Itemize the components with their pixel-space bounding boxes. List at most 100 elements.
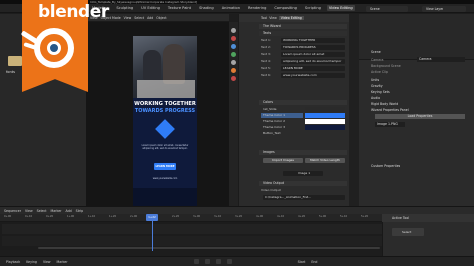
seq-menu-select[interactable]: Select — [37, 209, 47, 213]
camera-label: Camera — [371, 58, 384, 62]
import-images-button[interactable]: Import Images — [263, 158, 303, 163]
scene-selector[interactable]: Scene — [366, 6, 408, 12]
tab-texture-paint[interactable]: Texture Paint — [166, 5, 193, 11]
tab-rendering[interactable]: Rendering — [246, 5, 268, 11]
text3-field[interactable]: Lorem ipsum dolor sit amet — [281, 52, 345, 57]
tab-tool[interactable]: Tool — [261, 16, 267, 20]
keying-menu[interactable]: Keying — [26, 260, 37, 264]
color-item[interactable]: Theme Color 2 — [261, 119, 303, 124]
sequencer-mode-dropdown[interactable]: Sequencer — [4, 209, 21, 213]
text4-field[interactable]: adipiscing elit, sed do eiusmod tempor — [281, 59, 345, 64]
frame-end-label[interactable]: End — [311, 260, 317, 264]
tab-shading[interactable]: Shading — [197, 5, 216, 11]
color-item[interactable]: Theme Color 3 — [261, 125, 303, 130]
object-tool-icon[interactable] — [231, 52, 236, 57]
tab-scripting[interactable]: Scripting — [303, 5, 323, 11]
video-output-section[interactable]: Video Output — [259, 181, 347, 186]
horizontal-scrollbar[interactable] — [38, 247, 380, 249]
image-field[interactable]: Image 1 — [283, 171, 323, 176]
blender-window: Intro_Template_By_Skywavegroup\Minimal C… — [0, 0, 474, 266]
tab-uv-editing[interactable]: UV Editing — [139, 5, 162, 11]
color-swatch[interactable] — [305, 119, 345, 124]
tab-view[interactable]: View — [269, 16, 277, 20]
colors-section[interactable]: Colors — [259, 100, 347, 105]
preview-menu-object[interactable]: Object — [156, 16, 166, 20]
frame-start-label[interactable]: Start — [298, 260, 306, 264]
color-item[interactable]: Button_Text — [261, 131, 303, 136]
tick-label: 2+00 — [130, 215, 138, 218]
view-tool-icon[interactable] — [231, 44, 236, 49]
tool-shelf — [229, 22, 238, 206]
seq-menu-marker[interactable]: Marker — [50, 209, 61, 213]
playback-menu[interactable]: Playback — [6, 260, 20, 264]
footer-marker-menu[interactable]: Marker — [57, 260, 68, 264]
preview-menu-add[interactable]: Add — [147, 16, 153, 20]
tick-label: 4+00 — [256, 215, 264, 218]
footer-view-menu[interactable]: View — [43, 260, 51, 264]
text6-field[interactable]: www.yourwebsite.com — [281, 73, 345, 78]
images-section[interactable]: Images — [259, 150, 347, 155]
cursor-tool-icon[interactable] — [231, 28, 236, 33]
color-swatch[interactable] — [305, 107, 345, 112]
wizard-properties-section[interactable]: Wizard Properties Panel — [371, 108, 409, 112]
units-section[interactable]: Units — [371, 78, 379, 82]
output-tool-icon[interactable] — [231, 68, 236, 73]
audio-section[interactable]: Audio — [371, 96, 380, 100]
current-frame-indicator[interactable]: 1+22 — [146, 214, 158, 221]
jump-end-icon[interactable] — [226, 259, 232, 264]
text4-label: Text 4: — [261, 59, 271, 63]
text2-field[interactable]: TOWARDS PROGRESS — [281, 45, 345, 50]
seq-menu-add[interactable]: Add — [66, 209, 72, 213]
channel-row — [2, 224, 382, 234]
story-title-line1: WORKING TOGETHER — [134, 101, 196, 107]
color-swatch[interactable] — [305, 113, 345, 118]
keying-sets-section[interactable]: Keying Sets — [371, 90, 390, 94]
seq-menu-strip[interactable]: Strip — [76, 209, 84, 213]
region-divider — [349, 14, 359, 206]
tab-video-editing-sidebar[interactable]: Video Editing — [278, 16, 304, 20]
tab-compositing[interactable]: Compositing — [272, 5, 299, 11]
jump-start-icon[interactable] — [193, 259, 199, 264]
photo-desk — [137, 80, 195, 98]
tick-label: 4+10 — [277, 215, 285, 218]
text1-field[interactable]: WORKING TOGETHER — [281, 38, 345, 43]
folder-icon[interactable] — [8, 56, 22, 66]
camera-field[interactable]: Camera — [417, 57, 465, 62]
texts-section[interactable]: Texts — [259, 31, 347, 36]
timeline-ruler[interactable]: 0+00 0+10 0+20 1+00 1+10 1+20 2+00 2+10 … — [0, 214, 382, 222]
active-tool-title[interactable]: Active Tool — [382, 214, 474, 222]
match-video-length-button[interactable]: Match Video Length — [305, 158, 345, 163]
play-reverse-icon[interactable] — [204, 259, 210, 264]
render-tool-icon[interactable] — [231, 60, 236, 65]
view-layer-selector[interactable]: View Layer — [422, 6, 466, 12]
play-icon[interactable] — [215, 259, 221, 264]
tick-label: 3+20 — [235, 215, 243, 218]
wizard-title[interactable]: The Wizard — [259, 24, 347, 29]
custom-properties-section[interactable]: Custom Properties — [371, 164, 400, 168]
tab-video-editing[interactable]: Video Editing — [326, 5, 355, 11]
hero-photo — [133, 36, 197, 98]
story-body-text: Lorem ipsum dolor sit amet, consectetur … — [141, 144, 189, 151]
load-properties-button[interactable]: Load Properties — [375, 114, 465, 119]
color-swatch[interactable] — [305, 125, 345, 130]
gravity-section[interactable]: Gravity — [371, 84, 383, 88]
color-item[interactable]: 1st_Slide — [261, 107, 303, 112]
photo-person — [163, 44, 185, 84]
select-tool-button[interactable]: Select — [392, 228, 424, 236]
world-tool-icon[interactable] — [231, 76, 236, 81]
scene-tool-icon[interactable] — [231, 36, 236, 41]
seq-menu-view[interactable]: View — [25, 209, 33, 213]
tab-animation[interactable]: Animation — [220, 5, 242, 11]
preview-menu-view-2[interactable]: View — [124, 16, 132, 20]
image-file-field[interactable]: Image 1.PNG — [375, 122, 405, 127]
properties-editor: Scene Camera Camera Background Scene Act… — [359, 50, 474, 206]
color-item-selected[interactable]: Theme Color 1 — [261, 113, 303, 118]
output-path-field[interactable]: C:\Instagra..._Animation_Frst... — [263, 195, 345, 200]
text5-field[interactable]: LEARN MORE — [281, 66, 345, 71]
playhead-line[interactable] — [152, 221, 153, 251]
tick-label: 1+20 — [109, 215, 117, 218]
tab-sculpting[interactable]: Sculpting — [114, 5, 135, 11]
rigid-body-world-section[interactable]: Rigid Body World — [371, 102, 398, 106]
preview-menu-select[interactable]: Select — [134, 16, 144, 20]
tick-label: 1+10 — [88, 215, 96, 218]
